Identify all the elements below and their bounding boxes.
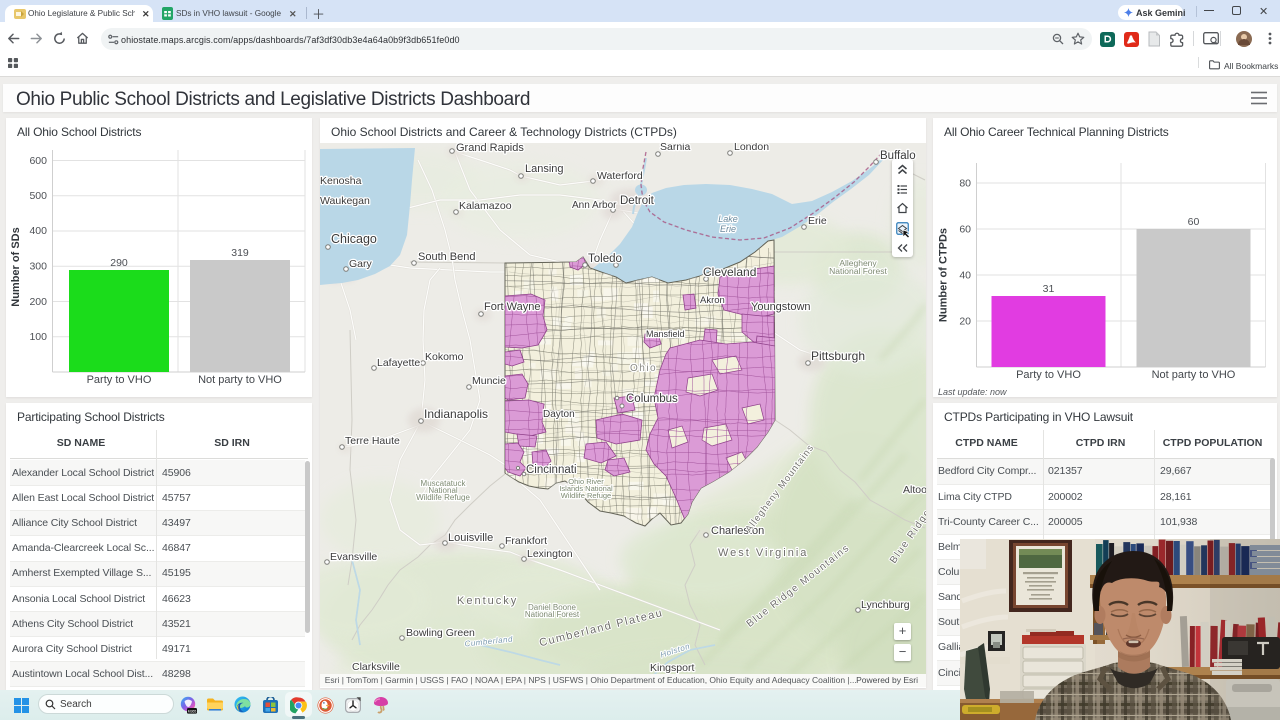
- svg-text:Ann Arbor: Ann Arbor: [572, 200, 617, 211]
- svg-text:Kokomo: Kokomo: [425, 351, 464, 363]
- svg-text:Altoona: Altoona: [903, 484, 926, 496]
- svg-text:Ohio: Ohio: [630, 363, 657, 374]
- svg-text:West Virginia: West Virginia: [718, 547, 808, 559]
- svg-text:Columbus: Columbus: [626, 393, 678, 405]
- svg-text:Indianapolis: Indianapolis: [424, 407, 488, 421]
- svg-text:31: 31: [1043, 283, 1055, 295]
- svg-text:Akron: Akron: [700, 295, 725, 306]
- svg-text:Sarnia: Sarnia: [660, 143, 691, 153]
- svg-text:80: 80: [959, 178, 971, 190]
- svg-text:M365: M365: [188, 709, 197, 713]
- svg-text:Lynchburg: Lynchburg: [861, 599, 910, 611]
- svg-text:Bowling Green: Bowling Green: [406, 627, 475, 639]
- svg-text:Pittsburgh: Pittsburgh: [811, 349, 865, 363]
- svg-text:Kentucky: Kentucky: [457, 595, 518, 607]
- svg-text:319: 319: [231, 247, 249, 259]
- svg-text:Erie: Erie: [808, 215, 827, 227]
- svg-text:Evansville: Evansville: [330, 551, 377, 563]
- svg-text:Terre Haute: Terre Haute: [345, 435, 400, 447]
- svg-text:Lafayette: Lafayette: [377, 357, 420, 369]
- svg-text:Clarksville: Clarksville: [352, 661, 400, 673]
- svg-text:Kenosha: Kenosha: [320, 175, 362, 187]
- svg-text:Chicago: Chicago: [331, 232, 377, 246]
- svg-text:National Forest: National Forest: [525, 610, 580, 619]
- svg-text:Louisville: Louisville: [448, 532, 493, 544]
- svg-text:100: 100: [29, 331, 47, 343]
- svg-text:400: 400: [29, 225, 47, 237]
- svg-text:Muncie: Muncie: [472, 375, 506, 387]
- svg-text:60: 60: [1188, 216, 1200, 228]
- svg-text:Party to VHO: Party to VHO: [1016, 369, 1081, 381]
- svg-text:South Bend: South Bend: [418, 251, 476, 263]
- svg-text:Number of SDs: Number of SDs: [10, 227, 22, 306]
- svg-text:Detroit: Detroit: [620, 195, 655, 207]
- svg-text:500: 500: [29, 190, 47, 202]
- svg-text:Toledo: Toledo: [588, 253, 622, 265]
- svg-text:Waterford: Waterford: [597, 170, 643, 182]
- svg-text:Lansing: Lansing: [525, 163, 564, 175]
- svg-text:Party to VHO: Party to VHO: [87, 374, 152, 386]
- svg-text:Last update: now: Last update: now: [938, 387, 1007, 397]
- svg-text:Wildlife Refuge: Wildlife Refuge: [416, 493, 470, 502]
- svg-text:National Forest: National Forest: [829, 266, 887, 276]
- svg-text:Wildlife Refuge: Wildlife Refuge: [561, 491, 611, 500]
- svg-text:300: 300: [29, 261, 47, 273]
- svg-text:200: 200: [29, 296, 47, 308]
- svg-text:Erie: Erie: [720, 224, 736, 234]
- svg-text:290: 290: [110, 257, 128, 269]
- svg-text:Number of CTPDs: Number of CTPDs: [938, 228, 950, 322]
- svg-text:Waukegan: Waukegan: [320, 195, 370, 207]
- svg-text:40: 40: [959, 270, 971, 282]
- svg-text:60: 60: [959, 224, 971, 236]
- svg-text:Mansfield: Mansfield: [646, 329, 685, 339]
- svg-text:20: 20: [959, 316, 971, 328]
- svg-text:Not party to VHO: Not party to VHO: [1152, 369, 1236, 381]
- svg-text:Gary: Gary: [349, 258, 373, 270]
- svg-text:Frankfort: Frankfort: [505, 535, 547, 547]
- svg-text:Lake: Lake: [718, 214, 738, 224]
- svg-text:Grand Rapids: Grand Rapids: [456, 143, 524, 154]
- svg-text:London: London: [734, 143, 769, 153]
- svg-text:Lexington: Lexington: [527, 548, 573, 560]
- svg-text:Kalamazoo: Kalamazoo: [459, 200, 512, 212]
- svg-text:Fort Wayne: Fort Wayne: [484, 301, 540, 313]
- svg-text:Youngstown: Youngstown: [751, 301, 811, 313]
- svg-text:Cleveland: Cleveland: [703, 265, 756, 279]
- svg-text:Kingsport: Kingsport: [650, 662, 694, 674]
- svg-text:Cincinnati: Cincinnati: [526, 464, 577, 476]
- svg-text:600: 600: [29, 155, 47, 167]
- svg-text:Dayton: Dayton: [543, 409, 575, 420]
- svg-text:Not party to VHO: Not party to VHO: [198, 374, 282, 386]
